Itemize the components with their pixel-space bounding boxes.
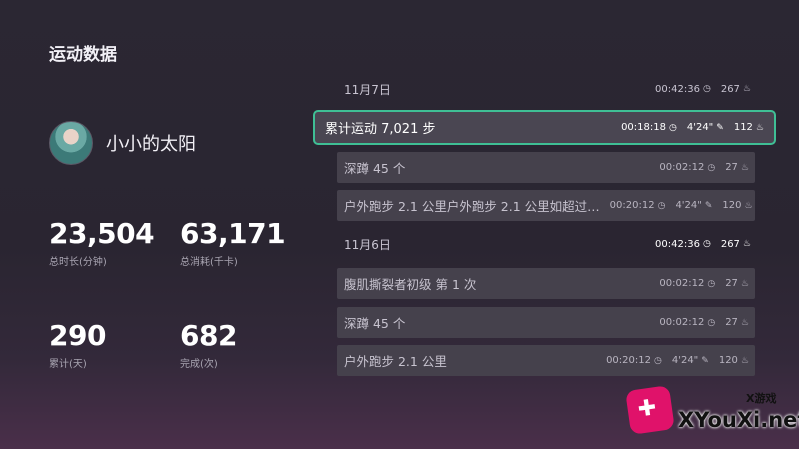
watermark: X游戏 XYouXi.net [622,382,799,442]
flame-icon: ♨ [742,239,751,249]
profile-name: 小小的太阳 [106,134,196,155]
activity-meta: 00:02:12 ◷ 27 ♨ [649,317,749,328]
date-header: 11月6日 00:42:36 ◷ 267 ♨ [337,231,755,257]
page-title: 运动数据 [49,45,117,65]
date-header: 11月7日 00:42:36 ◷ 267 ♨ [337,76,755,102]
clock-icon: ◷ [707,317,716,328]
activity-meta: 00:18:18 ◷ 4'24" ✎ 112 ♨ [611,122,764,133]
clock-icon: ◷ [702,84,711,94]
stat-label: 完成(次) [180,359,218,370]
calories-text: 27 [725,278,738,289]
duration-text: 00:20:12 [606,355,651,366]
activity-row[interactable]: 腹肌撕裂者初级 第 1 次 00:02:12 ◷ 27 ♨ [337,268,755,299]
shoe-icon: ✎ [701,355,709,366]
calories-text: 27 [725,317,738,328]
flame-icon: ♨ [740,317,749,328]
stat-label: 总消耗(千卡) [180,257,238,268]
stat-label: 累计(天) [49,359,87,370]
duration-text: 00:42:36 [655,83,700,95]
day-summary: 00:42:36 ◷ 267 ♨ [645,239,751,250]
calories-text: 267 [720,238,740,250]
activity-meta: 00:20:12 ◷ 4'24" ✎ 120 ♨ [596,355,749,366]
duration-text: 00:18:18 [621,122,666,133]
date-label: 11月6日 [344,237,391,252]
stat-label: 总时长(分钟) [49,257,107,268]
activity-row[interactable]: 户外跑步 2.1 公里 00:20:12 ◷ 4'24" ✎ 120 ♨ [337,345,755,376]
calories-text: 27 [725,162,738,173]
stat-total-calories: 63,171 总消耗(千卡) [180,217,286,269]
flame-icon: ♨ [742,84,751,94]
stat-value: 23,504 [49,217,155,250]
activity-row[interactable]: 户外跑步 2.1 公里户外跑步 2.1 公里如超过… 00:20:12 ◷ 4'2… [337,190,755,221]
activity-meta: 00:02:12 ◷ 27 ♨ [649,162,749,173]
pace-text: 4'24" [671,355,699,366]
stat-total-completed: 682 完成(次) [180,319,237,371]
clock-icon: ◷ [707,162,716,173]
calories-text: 120 [722,200,742,211]
date-label: 11月7日 [344,82,391,97]
shoe-icon: ✎ [704,200,713,211]
pace-text: 4'24" [686,122,714,133]
duration-text: 00:02:12 [659,278,705,289]
stat-value: 290 [49,319,106,352]
duration-text: 00:20:12 [609,200,655,211]
activity-title: 腹肌撕裂者初级 第 1 次 [344,277,477,292]
stat-total-days: 290 累计(天) [49,319,106,371]
flame-icon: ♨ [740,162,749,173]
clock-icon: ◷ [707,278,716,289]
activity-title: 户外跑步 2.1 公里户外跑步 2.1 公里如超过… [344,199,600,214]
calories-text: 120 [718,355,738,366]
flame-icon: ♨ [740,355,749,366]
activity-title: 累计运动 7,021 步 [325,122,436,137]
watermark-logo-icon [625,385,675,435]
flame-icon: ♨ [744,200,753,211]
duration-text: 00:42:36 [655,238,700,250]
shoe-icon: ✎ [716,122,724,133]
pace-text: 4'24" [675,200,702,211]
clock-icon: ◷ [653,355,662,366]
profile[interactable]: 小小的太阳 [49,121,196,165]
flame-icon: ♨ [755,122,764,133]
watermark-text: XYouXi.net [678,408,799,432]
activity-title: 深蹲 45 个 [344,161,406,176]
avatar[interactable] [49,121,93,165]
duration-text: 00:02:12 [659,162,705,173]
activity-meta: 00:20:12 ◷ 4'24" ✎ 120 ♨ [600,200,753,211]
activity-meta: 00:02:12 ◷ 27 ♨ [649,278,749,289]
activity-row[interactable]: 深蹲 45 个 00:02:12 ◷ 27 ♨ [337,307,755,338]
activity-row[interactable]: 累计运动 7,021 步 00:18:18 ◷ 4'24" ✎ 112 ♨ [313,110,776,145]
stat-value: 682 [180,319,237,352]
stat-value: 63,171 [180,217,286,250]
clock-icon: ◷ [657,200,666,211]
stat-total-minutes: 23,504 总时长(分钟) [49,217,155,269]
clock-icon: ◷ [668,122,677,133]
flame-icon: ♨ [740,278,749,289]
activity-title: 户外跑步 2.1 公里 [344,354,447,369]
calories-text: 267 [720,83,740,95]
clock-icon: ◷ [702,239,711,249]
day-summary: 00:42:36 ◷ 267 ♨ [645,84,751,95]
activity-title: 深蹲 45 个 [344,316,406,331]
watermark-top-text: X游戏 [746,392,777,405]
activity-row[interactable]: 深蹲 45 个 00:02:12 ◷ 27 ♨ [337,152,755,183]
duration-text: 00:02:12 [659,317,705,328]
calories-text: 112 [733,122,753,133]
